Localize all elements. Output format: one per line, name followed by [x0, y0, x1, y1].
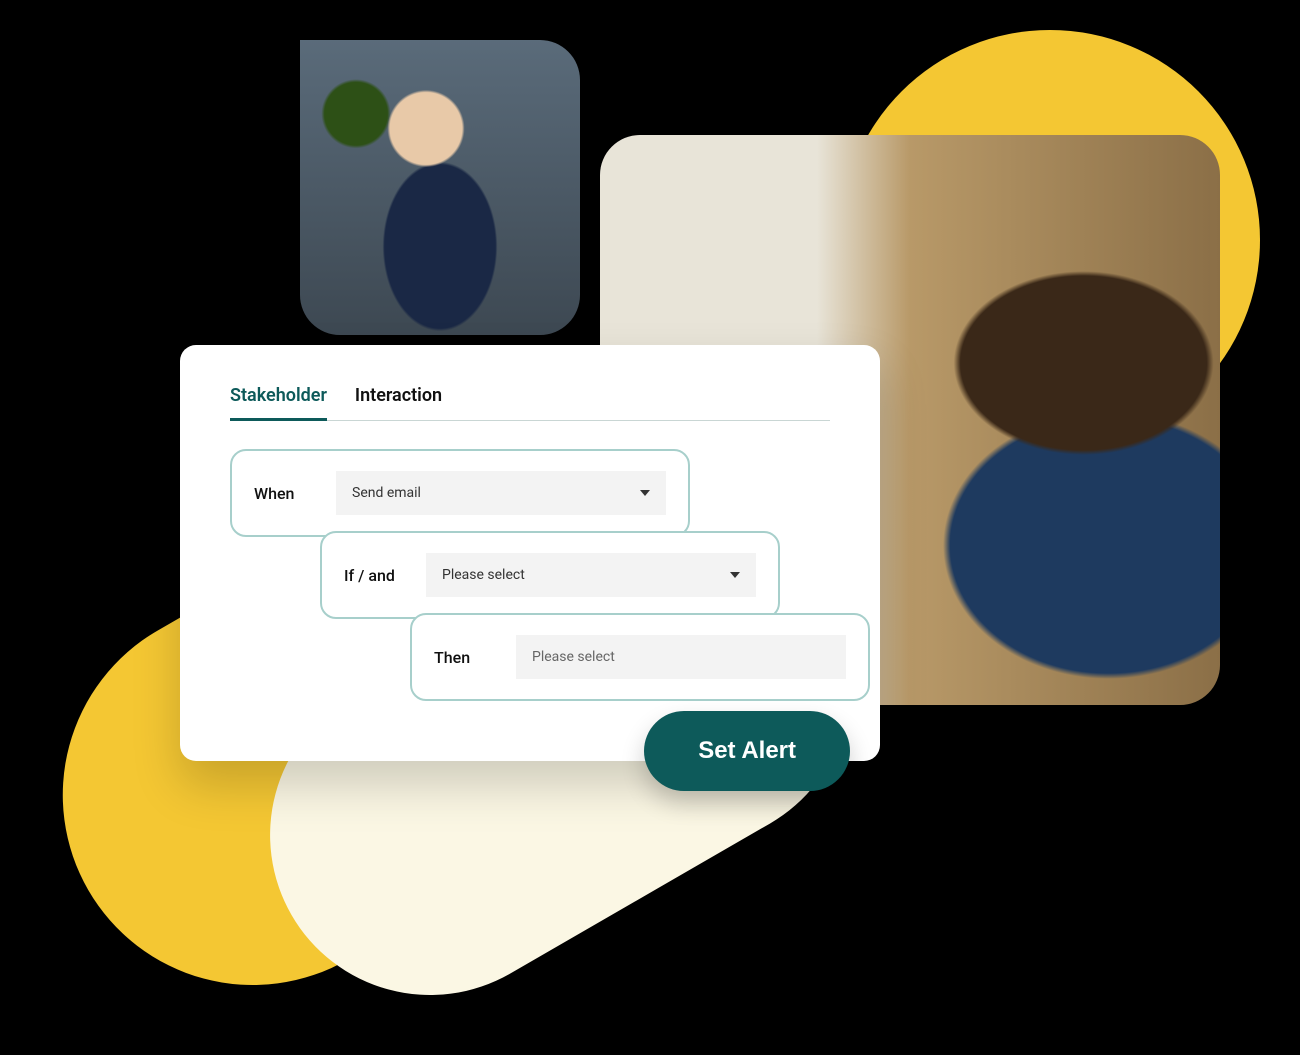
if-select-value: Please select [442, 567, 525, 583]
then-label: Then [434, 648, 496, 667]
then-select-value: Please select [532, 649, 615, 665]
when-select[interactable]: Send email [336, 471, 666, 515]
when-select-value: Send email [352, 485, 421, 501]
chevron-down-icon [640, 490, 650, 496]
alert-builder-card: Stakeholder Interaction When Send email … [180, 345, 880, 761]
then-select[interactable]: Please select [516, 635, 846, 679]
rule-row-then: Then Please select [410, 613, 870, 701]
tabs: Stakeholder Interaction [230, 385, 830, 421]
if-label: If / and [344, 566, 406, 585]
tab-interaction[interactable]: Interaction [355, 385, 442, 420]
set-alert-button[interactable]: Set Alert [644, 711, 850, 791]
chevron-down-icon [730, 572, 740, 578]
rule-row-if: If / and Please select [320, 531, 780, 619]
when-label: When [254, 484, 316, 503]
photo-woman-phone [300, 40, 580, 335]
rule-row-when: When Send email [230, 449, 690, 537]
photo-woman-phone-image [300, 40, 580, 335]
if-select[interactable]: Please select [426, 553, 756, 597]
tab-stakeholder[interactable]: Stakeholder [230, 385, 327, 421]
